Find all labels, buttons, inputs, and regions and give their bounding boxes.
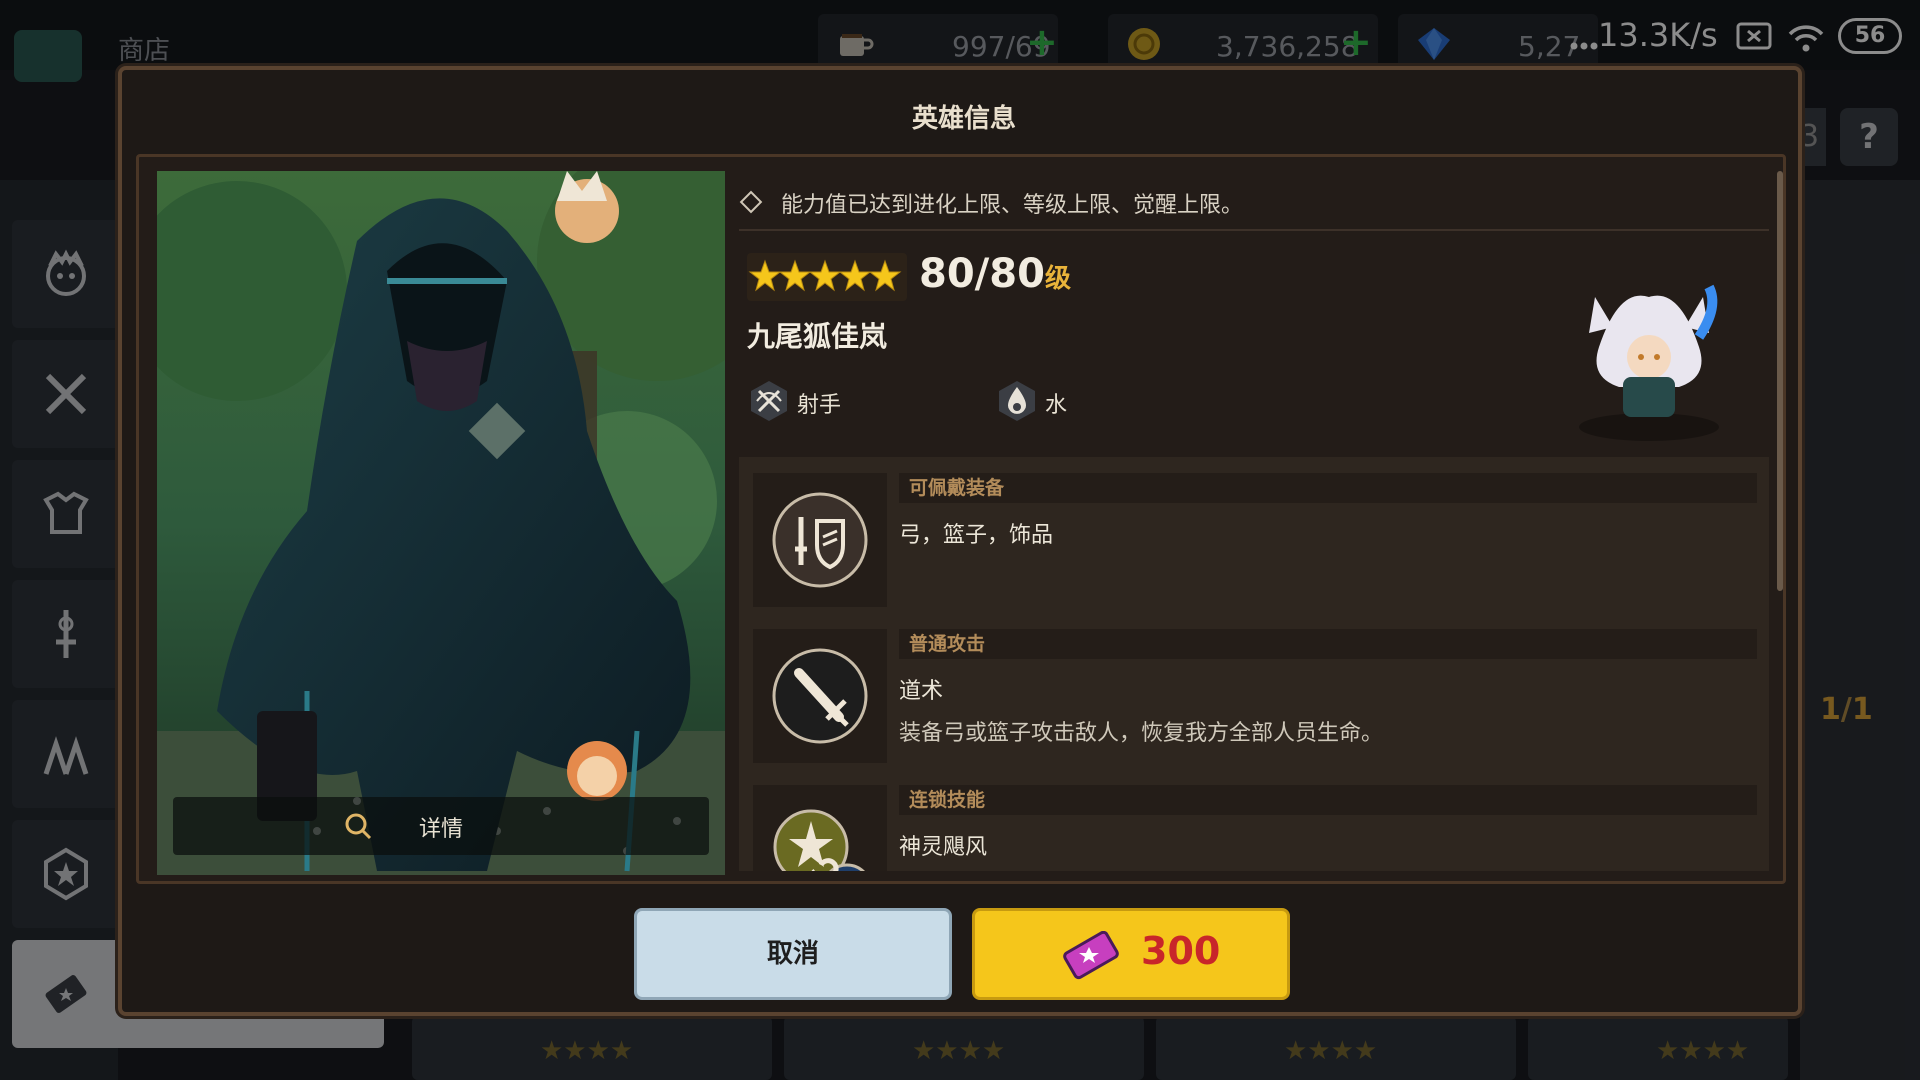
skill-chain: 连锁技能 神灵飓风 — [753, 785, 1759, 871]
details-button[interactable]: 详情 — [173, 797, 709, 855]
skill-line: 弓，篮子，饰品 — [899, 523, 1054, 548]
hero-name: 九尾狐佳岚 — [747, 320, 888, 353]
hero-chibi-sprite — [1579, 284, 1719, 441]
hero-level: 80/80级 — [919, 251, 1071, 297]
diamond-bullet-icon — [739, 190, 763, 214]
ticket-icon — [1063, 931, 1119, 980]
skill-name: 道术 — [899, 679, 944, 704]
hero-info-dialog: 英雄信息 详情 能力值已达到进化上限、等级上限、觉醒上限。 80/80级 九尾狐… — [118, 66, 1802, 1016]
skill-equipment: 可佩戴装备 弓，篮子，饰品 — [753, 473, 1759, 613]
star-rating — [747, 253, 907, 301]
purchase-button[interactable]: 300 — [972, 908, 1290, 1000]
stars-icon — [748, 259, 902, 292]
price-value: 300 — [1141, 929, 1221, 973]
hero-class: 射手 — [797, 393, 842, 418]
max-notice: 能力值已达到进化上限、等级上限、觉醒上限。 — [739, 187, 1244, 219]
water-element-icon — [999, 381, 1035, 421]
level-unit: 级 — [1044, 264, 1071, 294]
skill-icon-frame — [753, 473, 887, 607]
skill-header: 普通攻击 — [899, 629, 1757, 659]
skill-name: 神灵飓风 — [899, 835, 988, 860]
equipment-shield-icon — [772, 492, 868, 588]
hero-artwork — [157, 171, 725, 875]
skill-icon-frame — [753, 785, 887, 871]
skills-scrollbar[interactable] — [1777, 171, 1783, 591]
level-value: 80/80 — [919, 251, 1045, 297]
cancel-button[interactable]: 取消 — [634, 908, 952, 1000]
chain-skill-icon — [773, 809, 866, 871]
skill-desc: 装备弓或篮子攻击敌人，恢复我方全部人员生命。 — [899, 721, 1384, 746]
skill-icon-frame — [753, 629, 887, 763]
dialog-content: 详情 能力值已达到进化上限、等级上限、觉醒上限。 80/80级 九尾狐佳岚 射手… — [136, 154, 1786, 884]
divider — [739, 229, 1769, 231]
archer-class-icon — [751, 381, 787, 421]
hero-element: 水 — [1045, 393, 1068, 418]
skill-normal-attack: 普通攻击 道术 装备弓或篮子攻击敌人，恢复我方全部人员生命。 — [753, 629, 1759, 769]
dialog-title: 英雄信息 — [911, 104, 1016, 134]
hero-portrait: 详情 — [157, 171, 725, 875]
attack-sword-icon — [772, 648, 868, 744]
search-icon — [345, 813, 372, 840]
skill-header: 连锁技能 — [899, 785, 1757, 815]
max-notice-text: 能力值已达到进化上限、等级上限、觉醒上限。 — [781, 193, 1244, 218]
details-label: 详情 — [419, 817, 464, 842]
skills-panel: 可佩戴装备 弓，篮子，饰品 普通攻击 道术 装备弓或篮子攻击敌人，恢复我方全部人… — [739, 457, 1769, 871]
skill-header: 可佩戴装备 — [899, 473, 1757, 503]
